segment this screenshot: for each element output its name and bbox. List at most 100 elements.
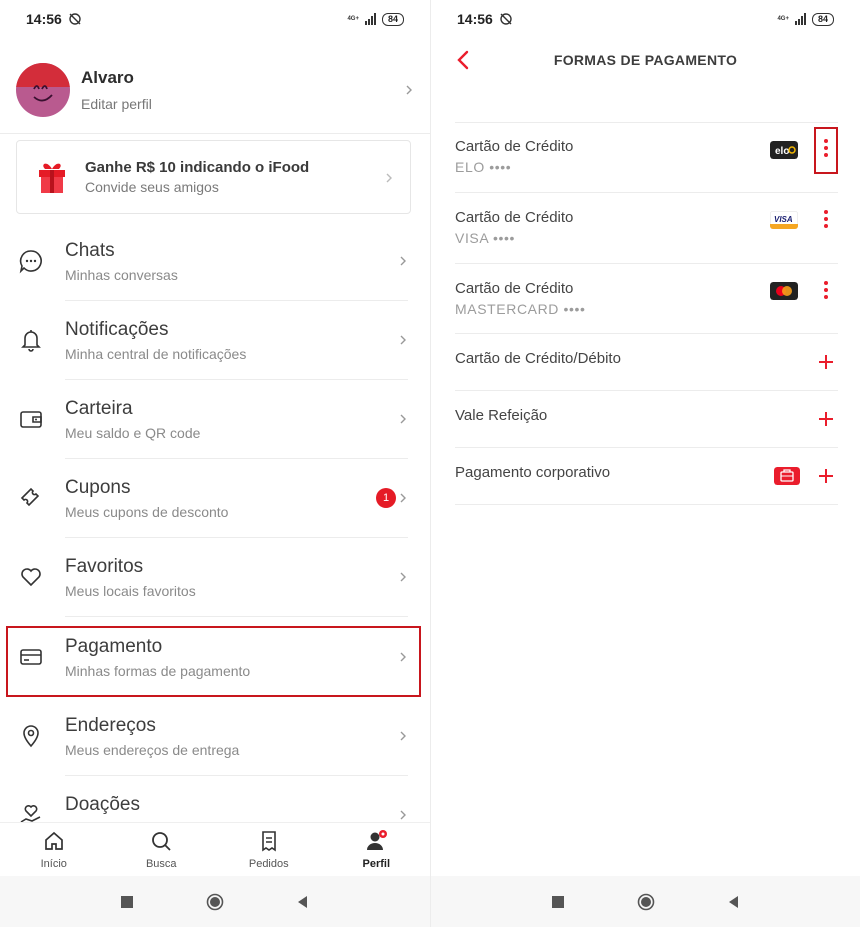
saved-card-row[interactable]: Cartão de Crédito VISA •••• VISA	[455, 193, 838, 264]
chevron-right-icon	[400, 335, 406, 345]
menu-item-chats[interactable]: Chats Minhas conversas	[0, 222, 430, 301]
menu-item-enderecos[interactable]: Endereços Meus endereços de entrega	[0, 697, 430, 776]
menu-desc: Minha central de notificações	[65, 346, 247, 362]
card-number: ELO ••••	[455, 159, 512, 175]
menu-label: Doações	[65, 794, 140, 815]
card-options-icon[interactable]	[823, 209, 829, 229]
card-type: Cartão de Crédito	[455, 280, 574, 297]
briefcase-icon	[774, 467, 800, 485]
menu-label: Chats	[65, 240, 115, 261]
add-corporate-payment-row[interactable]: Pagamento corporativo	[455, 448, 838, 505]
saved-card-row[interactable]: Cartão de Crédito MASTERCARD ••••	[455, 264, 838, 334]
plus-icon[interactable]	[818, 468, 834, 484]
pagamento-highlight-box	[6, 626, 421, 697]
back-button-icon[interactable]	[294, 893, 312, 911]
home-button-icon[interactable]	[206, 893, 224, 911]
card-type: Cartão de Crédito	[455, 138, 574, 155]
search-icon	[152, 832, 171, 851]
heart-icon	[21, 568, 41, 587]
status-time: 14:56	[457, 11, 493, 27]
menu-desc: Meus cupons de desconto	[65, 504, 229, 520]
chevron-right-icon	[400, 731, 406, 741]
profile-icon	[367, 830, 388, 850]
card-options-icon[interactable]	[823, 280, 829, 300]
status-bar: 14:56 4G+ 84	[431, 0, 860, 38]
alarm-off-icon	[69, 13, 81, 25]
app-bar: FORMAS DE PAGAMENTO	[431, 38, 860, 82]
system-navigation	[0, 876, 430, 927]
tab-perfil[interactable]: Perfil	[323, 823, 431, 876]
menu-item-notificacoes[interactable]: Notificações Minha central de notificaçõ…	[0, 301, 430, 380]
option-label: Cartão de Crédito/Débito	[455, 350, 621, 367]
menu-item-cupons[interactable]: Cupons Meus cupons de desconto 1	[0, 459, 430, 538]
location-pin-icon	[23, 725, 39, 748]
tab-pedidos[interactable]: Pedidos	[215, 823, 323, 876]
card-number: VISA ••••	[455, 230, 516, 246]
network-type: 4G+	[777, 16, 789, 22]
chevron-right-icon	[406, 85, 412, 95]
profile-header[interactable]: Alvaro Editar perfil	[16, 52, 414, 128]
menu-item-favoritos[interactable]: Favoritos Meus locais favoritos	[0, 538, 430, 617]
battery-indicator: 84	[381, 12, 404, 26]
mastercard-brand-icon	[770, 282, 798, 300]
system-navigation	[431, 876, 860, 927]
signal-icon	[794, 13, 806, 25]
recents-icon[interactable]	[118, 893, 136, 911]
option-label: Pagamento corporativo	[455, 464, 611, 481]
svg-text:elo: elo	[775, 146, 789, 157]
chevron-right-icon	[400, 493, 406, 503]
invite-subtitle: Convide seus amigos	[85, 179, 219, 195]
alarm-off-icon	[500, 13, 512, 25]
visa-brand-icon: VISA	[770, 211, 798, 229]
wallet-icon	[20, 411, 42, 428]
menu-label: Notificações	[65, 319, 169, 340]
status-time: 14:56	[26, 11, 62, 27]
ticket-icon	[20, 487, 40, 507]
chevron-right-icon	[400, 256, 406, 266]
elo-brand-icon: elo	[770, 141, 798, 159]
screenshot: 14:56 4G+ 84 Alvaro Editar perfil Ganhe …	[0, 0, 860, 927]
network-type: 4G+	[347, 16, 359, 22]
orders-icon	[261, 831, 276, 852]
menu-label: Endereços	[65, 715, 156, 736]
add-credit-debit-row[interactable]: Cartão de Crédito/Débito	[455, 334, 838, 391]
tab-busca[interactable]: Busca	[108, 823, 216, 876]
coupon-count-badge: 1	[376, 488, 396, 508]
bell-icon	[21, 330, 41, 352]
payment-methods-screen: 14:56 4G+ 84 FORMAS DE PAGAMENTO Cartão …	[430, 0, 860, 927]
bottom-navigation: Início Busca Pedidos Perfil	[0, 822, 430, 876]
option-label: Vale Refeição	[455, 407, 548, 424]
menu-desc: Minhas conversas	[65, 267, 178, 283]
page-title: FORMAS DE PAGAMENTO	[553, 52, 738, 68]
chevron-right-icon	[400, 810, 406, 820]
add-meal-voucher-row[interactable]: Vale Refeição	[455, 391, 838, 448]
menu-label: Cupons	[65, 477, 131, 498]
avatar	[16, 63, 70, 117]
menu-item-carteira[interactable]: Carteira Meu saldo e QR code	[0, 380, 430, 459]
card-number: MASTERCARD ••••	[455, 301, 586, 317]
menu-label: Favoritos	[65, 556, 144, 577]
tab-label: Busca	[145, 858, 177, 870]
chevron-right-icon	[386, 173, 392, 183]
recents-icon[interactable]	[549, 893, 567, 911]
home-icon	[44, 831, 63, 850]
invite-card[interactable]: Ganhe R$ 10 indicando o iFood Convide se…	[16, 140, 411, 214]
tab-label: Início	[40, 858, 67, 870]
home-button-icon[interactable]	[637, 893, 655, 911]
tab-inicio[interactable]: Início	[0, 823, 108, 876]
card-type: Cartão de Crédito	[455, 209, 574, 226]
back-arrow-icon[interactable]	[453, 49, 473, 71]
menu-desc: Meus locais favoritos	[65, 583, 196, 599]
tab-label: Pedidos	[248, 858, 289, 870]
gift-icon	[39, 163, 65, 193]
svg-text:VISA: VISA	[774, 215, 793, 224]
menu-label: Carteira	[65, 398, 133, 419]
edit-profile-link[interactable]: Editar perfil	[81, 96, 152, 112]
plus-icon[interactable]	[818, 411, 834, 427]
saved-card-row[interactable]: Cartão de Crédito ELO •••• elo	[455, 123, 838, 193]
back-button-icon[interactable]	[725, 893, 743, 911]
plus-icon[interactable]	[818, 354, 834, 370]
menu-desc: Meus endereços de entrega	[65, 742, 240, 758]
profile-screen: 14:56 4G+ 84 Alvaro Editar perfil Ganhe …	[0, 0, 430, 927]
chevron-right-icon	[400, 572, 406, 582]
